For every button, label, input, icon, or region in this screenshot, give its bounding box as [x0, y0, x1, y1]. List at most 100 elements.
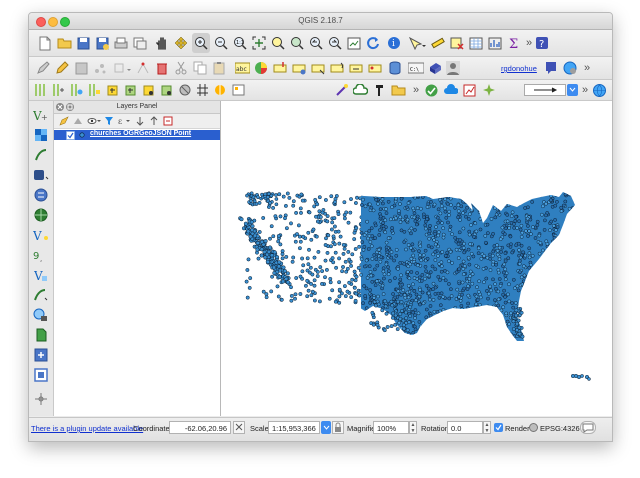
- statistics-icon[interactable]: [487, 34, 503, 52]
- rotate-label-icon[interactable]: [329, 60, 345, 76]
- rotation-stepper[interactable]: ▲ ▼: [483, 421, 491, 434]
- layer-visibility-checkbox[interactable]: [66, 131, 75, 140]
- add-oracle-layer-icon[interactable]: [32, 207, 50, 223]
- add-spatialite-layer-icon[interactable]: [32, 147, 50, 163]
- coordinate-field[interactable]: -62.06,20.96: [169, 421, 231, 434]
- add-wcs-icon[interactable]: [105, 82, 120, 98]
- globe-icon[interactable]: [592, 82, 607, 98]
- geocoder-icon[interactable]: [543, 60, 559, 76]
- attribute-table-icon[interactable]: [468, 34, 484, 52]
- collapse-all-icon[interactable]: [148, 115, 160, 127]
- refresh-icon[interactable]: [365, 34, 381, 52]
- add-oracle-icon[interactable]: [177, 82, 192, 98]
- zoom-out-icon[interactable]: [213, 34, 229, 52]
- current-edits-icon[interactable]: [35, 60, 51, 76]
- cloud-layer-icon[interactable]: [353, 82, 368, 98]
- magnifier-field[interactable]: 100%: [373, 421, 409, 434]
- new-spatialite-layer-icon[interactable]: [32, 347, 50, 363]
- pan-to-selection-icon[interactable]: [173, 34, 189, 52]
- measure-icon[interactable]: [430, 34, 446, 52]
- add-raster-layer-icon[interactable]: [32, 127, 50, 143]
- scale-dropdown-icon[interactable]: [321, 421, 331, 434]
- save-project-icon[interactable]: [75, 34, 91, 52]
- map-canvas[interactable]: [221, 101, 612, 416]
- composer-manager-icon[interactable]: [132, 34, 148, 52]
- zoom-to-selection-icon[interactable]: [270, 34, 286, 52]
- toolbar3-overflow-chevron-2[interactable]: »: [579, 82, 591, 98]
- plugin-update-link[interactable]: There is a plugin update available: [31, 424, 143, 433]
- add-group-icon[interactable]: [72, 115, 84, 127]
- pin-labels-icon[interactable]: [272, 60, 288, 76]
- add-mssql-icon[interactable]: [159, 82, 174, 98]
- add-wfs-layer-icon[interactable]: [32, 307, 50, 323]
- toolbar3-overflow-chevron[interactable]: »: [410, 82, 422, 98]
- help-icon[interactable]: ?: [534, 34, 550, 52]
- add-wms-layer-icon[interactable]: V: [32, 267, 50, 283]
- database-icon[interactable]: [387, 60, 403, 76]
- scale-field[interactable]: 1:15,953,366: [268, 421, 320, 434]
- magnifier-stepper[interactable]: ▲ ▼: [409, 421, 417, 434]
- grid-hash-icon[interactable]: [195, 82, 210, 98]
- copy-features-icon[interactable]: [192, 60, 208, 76]
- chart-panel-icon[interactable]: [462, 82, 477, 98]
- new-map-view-icon[interactable]: [346, 34, 362, 52]
- add-wms-icon[interactable]: [69, 82, 84, 98]
- user-name-link[interactable]: rgdonohue: [501, 64, 537, 73]
- render-checkbox[interactable]: [494, 423, 503, 432]
- cut-features-icon[interactable]: [173, 60, 189, 76]
- raster-calc-icon[interactable]: [231, 82, 246, 98]
- show-hide-labels-icon[interactable]: [291, 60, 307, 76]
- map-svg[interactable]: [221, 101, 612, 416]
- scale-lock-button[interactable]: [332, 421, 344, 434]
- rotation-field[interactable]: 0.0: [447, 421, 483, 434]
- coordinate-toggle-button[interactable]: [233, 421, 245, 434]
- dropdown-arrow-icon[interactable]: [567, 84, 578, 96]
- zoom-to-layer-icon[interactable]: [289, 34, 305, 52]
- hammer-icon[interactable]: [372, 82, 387, 98]
- paste-features-icon[interactable]: [211, 60, 227, 76]
- add-delimited-text-layer-icon[interactable]: 9,: [32, 247, 50, 263]
- pan-hand-icon[interactable]: [154, 34, 170, 52]
- add-spatialite-icon[interactable]: [123, 82, 138, 98]
- save-edits-icon[interactable]: [73, 60, 89, 76]
- add-mssql-layer-icon[interactable]: [32, 187, 50, 203]
- layer-labeling-icon[interactable]: [253, 60, 269, 76]
- expand-all-icon[interactable]: [134, 115, 146, 127]
- add-feature-icon[interactable]: [92, 60, 108, 76]
- add-wcs-layer-icon[interactable]: [32, 287, 50, 303]
- change-label-icon[interactable]: [348, 60, 364, 76]
- shapefile-tool-icon[interactable]: [213, 82, 228, 98]
- messages-button[interactable]: [580, 421, 596, 434]
- layer-style-icon[interactable]: [58, 115, 70, 127]
- toggle-editing-icon[interactable]: [54, 60, 70, 76]
- zoom-in-icon[interactable]: [192, 33, 210, 53]
- label-abc-icon[interactable]: abc: [234, 60, 250, 76]
- label-tool-icon[interactable]: [367, 60, 383, 76]
- select-features-icon[interactable]: [407, 34, 427, 52]
- print-composer-icon[interactable]: [113, 34, 129, 52]
- move-feature-icon[interactable]: [111, 60, 133, 76]
- zoom-native-icon[interactable]: 1:1: [232, 34, 248, 52]
- add-vector-layer-icon[interactable]: V +: [32, 107, 50, 123]
- field-calculator-icon[interactable]: Σ: [506, 34, 522, 52]
- plugin-manager-icon[interactable]: [427, 60, 443, 76]
- map-tool-dropdown[interactable]: [524, 84, 566, 96]
- web-layer-icon[interactable]: [443, 82, 458, 98]
- zoom-last-icon[interactable]: [308, 34, 324, 52]
- manage-visibility-icon[interactable]: [86, 115, 102, 127]
- open-folder-icon[interactable]: [391, 82, 406, 98]
- layer-item[interactable]: churches OGRGeoJSON Point: [54, 130, 220, 140]
- delete-selected-icon[interactable]: [154, 60, 170, 76]
- check-geometry-icon[interactable]: [424, 82, 439, 98]
- open-project-icon[interactable]: [56, 34, 72, 52]
- magic-wand-icon[interactable]: [334, 82, 349, 98]
- remove-layer-icon[interactable]: [162, 115, 174, 127]
- toolbar2-overflow-chevron[interactable]: »: [581, 60, 593, 76]
- new-shapefile-layer-icon[interactable]: [32, 327, 50, 343]
- add-postgis-layer-icon[interactable]: [32, 167, 50, 183]
- new-project-icon[interactable]: [37, 34, 53, 52]
- crosshair-icon[interactable]: [32, 391, 50, 407]
- node-tool-icon[interactable]: [135, 60, 151, 76]
- spark-plugin-icon[interactable]: [481, 82, 496, 98]
- filter-expression-icon[interactable]: ε: [117, 115, 133, 127]
